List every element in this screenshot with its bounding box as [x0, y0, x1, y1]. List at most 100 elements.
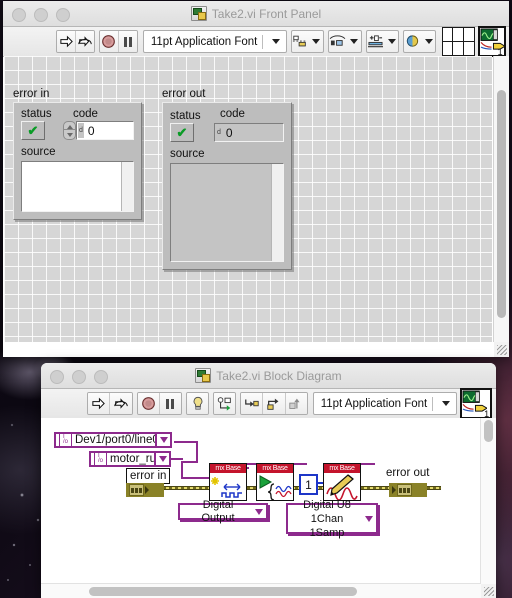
front-panel-vertical-scrollbar[interactable]	[493, 56, 509, 342]
error-out-source-scrollbar[interactable]	[271, 164, 283, 261]
align-objects-group[interactable]	[291, 30, 325, 53]
chevron-down-icon[interactable]	[424, 39, 433, 44]
bd-pause-button[interactable]	[159, 393, 181, 414]
error-in-cluster-body[interactable]: status ✔ code d 0 source	[13, 102, 142, 220]
block-diagram-horizontal-scrollbar[interactable]	[41, 583, 481, 598]
daqmx-create-virtual-channel-node[interactable]: mx Base	[209, 463, 247, 501]
abort-button[interactable]	[99, 31, 119, 52]
resize-objects-button[interactable]	[367, 31, 384, 52]
run-button-group[interactable]	[56, 30, 95, 53]
physical-channel-control[interactable]: I/o Dev1/port0/line0	[54, 432, 172, 448]
error-out-code-group: code d 0	[214, 108, 284, 142]
zoom-button[interactable]	[56, 8, 70, 22]
error-in-cluster[interactable]: error in status ✔ code d 0 source	[13, 88, 142, 220]
highlight-execution-group[interactable]	[185, 392, 210, 415]
bd-font-selector[interactable]: 11pt Application Font	[312, 392, 458, 415]
chevron-down-icon[interactable]	[272, 39, 281, 44]
error-in-source-scrollbar[interactable]	[121, 162, 133, 211]
create-channel-polymorphic-selector[interactable]: Digital Output	[178, 499, 268, 524]
run-continuously-button[interactable]	[76, 31, 94, 52]
font-selector[interactable]: 11pt Application Font	[142, 30, 288, 53]
reorder-objects-button[interactable]	[404, 31, 421, 52]
error-in-status-indicator[interactable]: ✔	[21, 121, 45, 140]
distribute-objects-button[interactable]	[329, 31, 346, 52]
highlight-execution-button[interactable]	[186, 393, 209, 414]
close-button[interactable]	[50, 370, 64, 384]
connector-pane-cell[interactable]	[464, 42, 474, 56]
front-panel-titlebar[interactable]: Take2.vi Front Panel	[3, 1, 509, 27]
daqmx-write-node[interactable]: mx Base	[323, 463, 361, 501]
connector-pane-cell[interactable]	[453, 28, 464, 42]
connector-pane-cell[interactable]	[443, 41, 454, 55]
block-diagram-resize-grip[interactable]	[481, 584, 496, 598]
stepper-down-icon[interactable]	[63, 129, 76, 140]
chevron-down-icon[interactable]	[350, 39, 359, 44]
bd-abort-pause-group[interactable]	[136, 392, 182, 415]
retain-wire-values-group[interactable]	[213, 392, 237, 415]
error-out-cluster[interactable]: error out status ✔ code d 0 source	[162, 88, 292, 270]
front-panel-vertical-scroll-thumb[interactable]	[497, 90, 506, 318]
physical-channel-value: Dev1/port0/line0	[75, 434, 159, 446]
error-in-source-field[interactable]	[21, 161, 134, 212]
block-diagram-canvas[interactable]: I/o Dev1/port0/line0 I/o motor_run error…	[41, 418, 481, 584]
minimize-button[interactable]	[72, 370, 86, 384]
daqmx-start-task-node[interactable]: mx Base	[256, 463, 294, 501]
zoom-button[interactable]	[94, 370, 108, 384]
connector-pane[interactable]	[441, 27, 475, 56]
bd-run-button-group[interactable]	[87, 392, 133, 415]
front-panel-window-controls[interactable]	[12, 8, 70, 22]
reorder-objects-group[interactable]	[402, 30, 436, 53]
error-in-code-field[interactable]: d 0	[76, 121, 134, 140]
bd-run-button[interactable]	[88, 393, 111, 414]
distribute-objects-group[interactable]	[328, 30, 362, 53]
u8-data-constant[interactable]: 1	[299, 474, 318, 495]
error-out-cluster-body[interactable]: status ✔ code d 0 source	[162, 102, 292, 270]
front-panel-canvas[interactable]: error in status ✔ code d 0 source error …	[4, 56, 492, 342]
create-channel-selector-dropdown[interactable]	[252, 508, 266, 515]
error-out-terminal[interactable]	[389, 483, 427, 497]
block-diagram-window[interactable]: Take2.vi Block Diagram 11pt Application …	[41, 363, 496, 598]
chevron-down-icon[interactable]	[442, 401, 451, 406]
resize-objects-group[interactable]	[365, 30, 399, 53]
connector-pane-cell[interactable]	[463, 28, 474, 42]
task-name-control[interactable]: I/o motor_run	[89, 451, 171, 467]
pause-icon	[166, 398, 175, 409]
block-diagram-toolbar[interactable]: 11pt Application Font 1	[41, 388, 496, 419]
error-out-label: error out	[162, 88, 206, 100]
task-dropdown[interactable]	[154, 453, 169, 465]
connector-pane-cell[interactable]	[442, 28, 454, 42]
chevron-down-icon[interactable]	[312, 39, 321, 44]
block-diagram-window-controls[interactable]	[50, 370, 108, 384]
write-polymorphic-selector[interactable]: Digital U8 1Chan 1Samp	[286, 499, 378, 539]
align-objects-button[interactable]	[292, 31, 308, 52]
front-panel-window[interactable]: Take2.vi Front Panel 11pt Application Fo…	[3, 1, 509, 357]
abort-pause-group[interactable]	[98, 30, 138, 53]
pause-button[interactable]	[118, 31, 137, 52]
error-in-terminal[interactable]	[126, 483, 164, 497]
bd-abort-button[interactable]	[137, 393, 160, 414]
close-button[interactable]	[12, 8, 26, 22]
front-panel-toolbar[interactable]: 11pt Application Font 1	[3, 26, 509, 57]
connector-pane-cell[interactable]	[453, 41, 464, 55]
front-panel-resize-grip[interactable]	[494, 342, 509, 357]
error-in-code-stepper[interactable]	[63, 121, 76, 140]
step-out-button[interactable]	[285, 393, 307, 414]
vi-icon[interactable]: 1	[477, 26, 506, 57]
bd-vi-icon[interactable]: 1	[460, 388, 493, 419]
block-diagram-horizontal-scroll-thumb[interactable]	[89, 587, 357, 596]
block-diagram-titlebar[interactable]: Take2.vi Block Diagram	[41, 363, 496, 389]
step-over-button[interactable]	[263, 393, 286, 414]
minimize-button[interactable]	[34, 8, 48, 22]
chevron-down-icon[interactable]	[387, 39, 396, 44]
block-diagram-vertical-scrollbar[interactable]	[480, 418, 496, 584]
step-group[interactable]	[240, 392, 308, 415]
error-in-code-group[interactable]: code d 0	[59, 108, 134, 140]
write-selector-dropdown[interactable]	[362, 515, 376, 522]
run-button[interactable]	[57, 31, 77, 52]
block-diagram-vertical-scroll-thumb[interactable]	[484, 420, 493, 442]
channel-dropdown[interactable]	[155, 434, 170, 446]
retain-wire-values-button[interactable]	[214, 393, 236, 414]
error-in-status-group[interactable]: status ✔	[21, 108, 59, 140]
bd-run-continuously-button[interactable]	[110, 393, 132, 414]
step-into-button[interactable]	[241, 393, 264, 414]
